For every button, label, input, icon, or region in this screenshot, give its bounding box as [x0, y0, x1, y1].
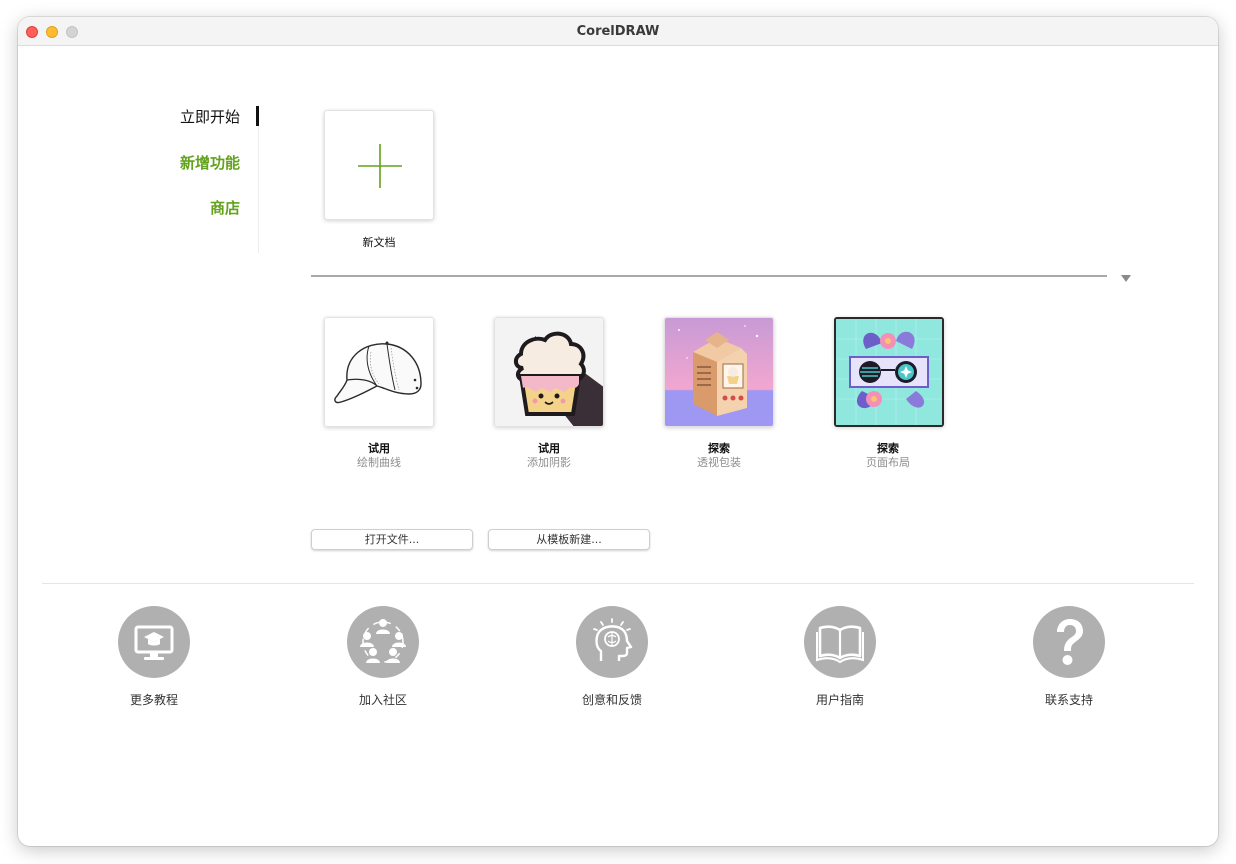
sunglasses-icon: [836, 319, 942, 425]
app-window: CorelDRAW 立即开始 新增功能 商店 新文档 试用 绘制曲线 试用 添加…: [18, 17, 1218, 846]
tutorial-tile-add-shadow[interactable]: [494, 317, 604, 427]
ideas-feedback-label: 创意和反馈: [581, 693, 642, 707]
plus-icon: [358, 144, 402, 188]
contact-support-link[interactable]: 联系支持: [999, 606, 1139, 708]
tutorial-subtitle: 绘制曲线: [357, 456, 401, 469]
user-guide-label: 用户指南: [815, 693, 864, 707]
join-community-link[interactable]: 加入社区: [313, 606, 453, 708]
contact-support-label: 联系支持: [1044, 693, 1093, 707]
open-file-button[interactable]: 打开文件...: [311, 529, 473, 550]
sidebar-item-whats-new[interactable]: 新增功能: [138, 152, 258, 173]
window-title: CorelDRAW: [576, 24, 660, 39]
open-book-icon: [804, 606, 876, 678]
footer-divider: [42, 583, 1194, 584]
tutorial-subtitle: 页面布局: [866, 456, 910, 469]
question-mark-icon: [1033, 606, 1105, 678]
title-bar: CorelDRAW: [18, 17, 1218, 46]
section-separator: [311, 275, 1107, 277]
new-document-label: 新文档: [362, 236, 396, 249]
new-from-template-button[interactable]: 从模板新建...: [488, 529, 650, 550]
join-community-label: 加入社区: [358, 693, 407, 707]
sidebar-active-marker: [256, 106, 259, 126]
brain-head-icon: [576, 606, 648, 678]
expand-caret-icon[interactable]: [1121, 275, 1131, 282]
monitor-graduation-icon: [118, 606, 190, 678]
baseball-cap-icon: [325, 318, 433, 426]
tutorial-subtitle: 透视包装: [697, 456, 741, 469]
tutorial-tile-page-layout[interactable]: [834, 317, 944, 427]
sidebar-item-store[interactable]: 商店: [138, 197, 258, 218]
user-guide-link[interactable]: 用户指南: [770, 606, 910, 708]
community-people-icon: [347, 606, 419, 678]
more-tutorials-link[interactable]: 更多教程: [84, 606, 224, 708]
tutorial-tile-draw-curves[interactable]: [324, 317, 434, 427]
new-document-tile[interactable]: [324, 110, 434, 220]
cupcake-icon: [495, 318, 603, 426]
sidebar-item-get-started[interactable]: 立即开始: [138, 106, 258, 127]
sidebar-divider: [258, 105, 259, 253]
more-tutorials-label: 更多教程: [129, 693, 178, 707]
milk-carton-icon: [665, 318, 773, 426]
tutorial-subtitle: 添加阴影: [527, 456, 571, 469]
tutorial-tile-perspective-packaging[interactable]: [664, 317, 774, 427]
ideas-feedback-link[interactable]: 创意和反馈: [542, 606, 682, 708]
